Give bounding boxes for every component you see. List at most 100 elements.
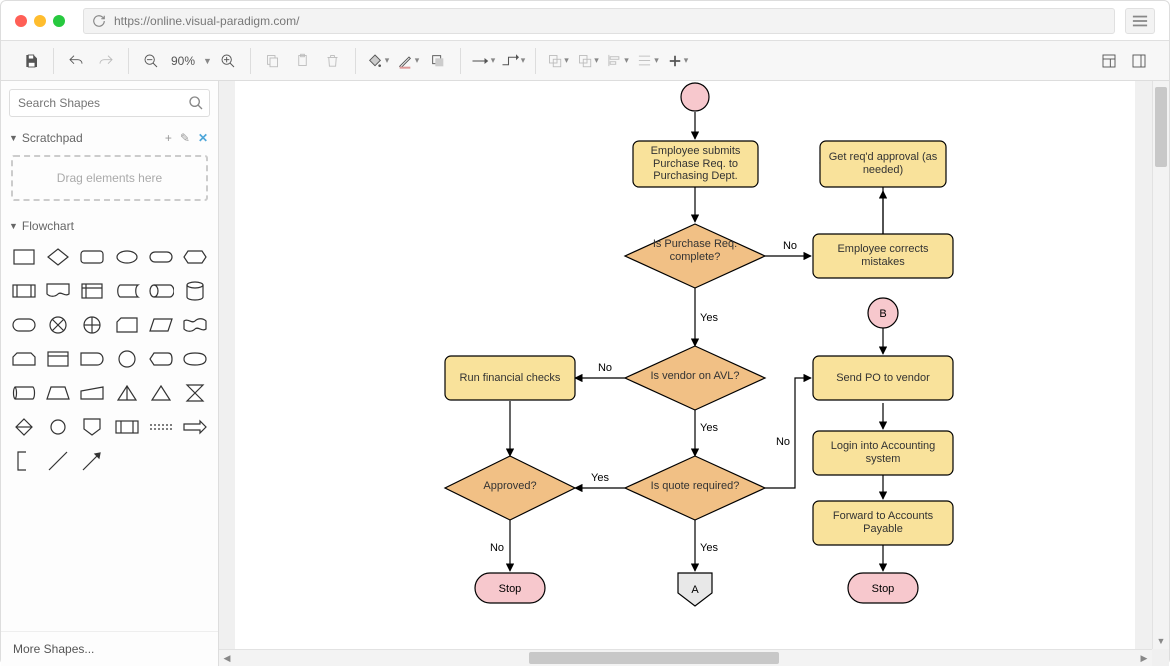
fill-color-button[interactable]: ▾: [364, 47, 392, 75]
node-sendpo[interactable]: Send PO to vendor: [813, 356, 953, 400]
node-financial[interactable]: Run financial checks: [445, 356, 575, 400]
shape-parallelogram[interactable]: [146, 311, 176, 339]
waypoint-style-button[interactable]: ▾: [499, 47, 527, 75]
node-approved[interactable]: Approved?: [445, 456, 575, 520]
shape-manual-input[interactable]: [77, 379, 107, 407]
shape-stored-data[interactable]: [111, 277, 141, 305]
scroll-right-icon[interactable]: ▶: [1136, 650, 1152, 666]
copy-button[interactable]: [259, 47, 287, 75]
node-forward[interactable]: Forward to Accounts Payable: [813, 501, 953, 545]
shape-offpage[interactable]: [77, 413, 107, 441]
shape-rectangle[interactable]: [9, 243, 39, 271]
node-corrects[interactable]: Employee corrects mistakes: [813, 234, 953, 278]
redo-button[interactable]: [92, 47, 120, 75]
shape-card[interactable]: [111, 311, 141, 339]
shape-cylinder-side[interactable]: [9, 379, 39, 407]
shape-collate[interactable]: [180, 379, 210, 407]
scratchpad-add-icon[interactable]: +: [163, 131, 174, 145]
node-offpage-a[interactable]: A: [678, 573, 712, 606]
node-quote[interactable]: Is quote required?: [625, 456, 765, 520]
flowchart-diagram[interactable]: No Yes No Yes Yes No Yes No Employee sub…: [235, 81, 1135, 666]
shape-diamond[interactable]: [43, 243, 73, 271]
align-button[interactable]: ▾: [604, 47, 632, 75]
to-front-button[interactable]: ▾: [544, 47, 572, 75]
node-connector-b[interactable]: B: [868, 298, 898, 328]
shape-ellipse-small[interactable]: [111, 243, 141, 271]
shape-circle-cross[interactable]: [43, 311, 73, 339]
distribute-button[interactable]: ▾: [634, 47, 662, 75]
shape-predefined[interactable]: [9, 277, 39, 305]
node-stop-left[interactable]: Stop: [475, 573, 545, 603]
horizontal-scrollbar[interactable]: ◀ ▶: [219, 649, 1152, 666]
node-login[interactable]: Login into Accounting system: [813, 431, 953, 475]
scratchpad-dropzone[interactable]: Drag elements here: [11, 155, 208, 201]
shape-trapezoid[interactable]: [43, 379, 73, 407]
scratchpad-edit-icon[interactable]: ✎: [178, 131, 192, 145]
shape-circle[interactable]: [111, 345, 141, 373]
shape-annotation[interactable]: [9, 447, 39, 475]
shadow-button[interactable]: [424, 47, 452, 75]
save-button[interactable]: [17, 47, 45, 75]
flowchart-header[interactable]: ▼ Flowchart: [1, 213, 218, 239]
shape-arrow-right[interactable]: [180, 413, 210, 441]
scratchpad-header[interactable]: ▼ Scratchpad + ✎ ✕: [1, 125, 218, 151]
canvas-page[interactable]: No Yes No Yes Yes No Yes No Employee sub…: [235, 81, 1135, 666]
to-back-button[interactable]: ▾: [574, 47, 602, 75]
node-stop-right[interactable]: Stop: [848, 573, 918, 603]
node-avl[interactable]: Is vendor on AVL?: [625, 346, 765, 410]
delete-button[interactable]: [319, 47, 347, 75]
canvas-area[interactable]: No Yes No Yes Yes No Yes No Employee sub…: [219, 81, 1169, 666]
shape-rounded-rect[interactable]: [77, 243, 107, 271]
scroll-down-icon[interactable]: ▼: [1153, 633, 1169, 649]
shape-line[interactable]: [43, 447, 73, 475]
shape-terminator[interactable]: [146, 243, 176, 271]
minimize-window-icon[interactable]: [34, 15, 46, 27]
shape-extract[interactable]: [111, 379, 141, 407]
shape-document-wave[interactable]: [43, 277, 73, 305]
shape-loop-limit[interactable]: [9, 345, 39, 373]
shape-hexagon[interactable]: [180, 243, 210, 271]
maximize-window-icon[interactable]: [53, 15, 65, 27]
shape-process-bar[interactable]: [111, 413, 141, 441]
node-start[interactable]: [681, 83, 709, 111]
add-button[interactable]: ▾: [664, 47, 692, 75]
shape-database[interactable]: [180, 277, 210, 305]
shape-preparation[interactable]: [180, 345, 210, 373]
search-shapes-input[interactable]: [9, 89, 210, 117]
connection-style-button[interactable]: ▾: [469, 47, 497, 75]
shape-transfer[interactable]: [146, 413, 176, 441]
shape-direct-data[interactable]: [146, 277, 176, 305]
node-approval[interactable]: Get req'd approval (as needed): [820, 141, 946, 187]
undo-button[interactable]: [62, 47, 90, 75]
search-icon[interactable]: [188, 95, 204, 111]
zoom-dropdown-icon[interactable]: ▼: [203, 56, 212, 66]
zoom-out-button[interactable]: [137, 47, 165, 75]
vertical-scrollbar[interactable]: ▼: [1152, 81, 1169, 649]
scratchpad-close-icon[interactable]: ✕: [196, 131, 210, 145]
paste-button[interactable]: [289, 47, 317, 75]
shape-tape[interactable]: [180, 311, 210, 339]
shape-circle-plus[interactable]: [77, 311, 107, 339]
scroll-left-icon[interactable]: ◀: [219, 650, 235, 666]
node-submit[interactable]: Employee submits Purchase Req. to Purcha…: [633, 141, 758, 187]
zoom-level[interactable]: 90%: [167, 54, 199, 68]
zoom-in-button[interactable]: [214, 47, 242, 75]
more-shapes-button[interactable]: More Shapes...: [1, 631, 218, 666]
shape-internal-storage[interactable]: [77, 277, 107, 305]
shape-sort[interactable]: [9, 413, 39, 441]
reload-icon[interactable]: [92, 14, 106, 28]
shape-card-bar[interactable]: [43, 345, 73, 373]
shape-arrow-line[interactable]: [77, 447, 107, 475]
shape-display[interactable]: [146, 345, 176, 373]
shape-terminator-rounded[interactable]: [9, 311, 39, 339]
node-complete[interactable]: Is Purchase Req. complete?: [625, 224, 765, 288]
scrollbar-thumb[interactable]: [1155, 87, 1167, 167]
shape-circle-small[interactable]: [43, 413, 73, 441]
close-window-icon[interactable]: [15, 15, 27, 27]
outline-panel-button[interactable]: [1125, 47, 1153, 75]
scrollbar-thumb[interactable]: [529, 652, 779, 664]
format-panel-button[interactable]: [1095, 47, 1123, 75]
shape-delay[interactable]: [77, 345, 107, 373]
menu-button[interactable]: [1125, 8, 1155, 34]
line-color-button[interactable]: ▾: [394, 47, 422, 75]
